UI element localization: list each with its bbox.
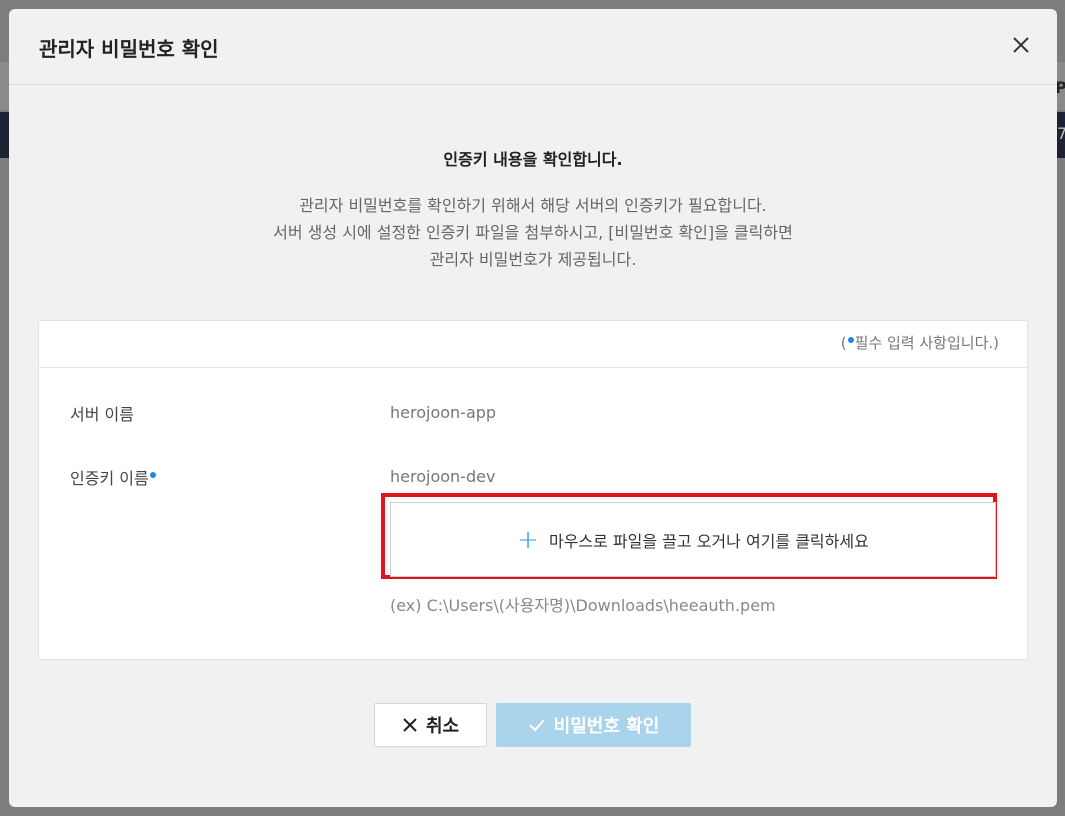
intro-line: 관리자 비밀번호를 확인하기 위해서 해당 서버의 인증키가 필요합니다. (299, 196, 767, 215)
check-icon (528, 719, 545, 732)
modal-header: 관리자 비밀번호 확인 (9, 9, 1057, 85)
form-panel-header: ( 필수 입력 사항입니다.) (39, 321, 1027, 368)
intro-title: 인증키 내용을 확인합니다. (443, 150, 623, 169)
confirm-password-button[interactable]: 비밀번호 확인 (496, 703, 691, 747)
required-note-text: 필수 입력 사항입니다.) (854, 334, 999, 352)
cancel-label: 취소 (425, 716, 460, 737)
modal-title: 관리자 비밀번호 확인 (39, 37, 219, 61)
auth-key-label-wrap: 인증키 이름 (70, 465, 157, 489)
required-note: ( 필수 입력 사항입니다.) (841, 332, 999, 353)
intro-line: 서버 생성 시에 설정한 인증키 파일을 첨부하시고, [비밀번호 확인]을 클… (273, 223, 793, 242)
required-note-prefix: ( (840, 334, 847, 352)
intro-line: 관리자 비밀번호가 제공됩니다. (429, 250, 637, 269)
intro-description: 관리자 비밀번호를 확인하기 위해서 해당 서버의 인증키가 필요합니다. 서버… (9, 192, 1057, 273)
server-name-label: 서버 이름 (70, 405, 134, 424)
password-confirm-modal: 관리자 비밀번호 확인 인증키 내용을 확인합니다. 관리자 비밀번호를 확인하… (9, 9, 1057, 807)
upload-text: 마우스로 파일을 끌고 오거나 여기를 클릭하세요 (548, 531, 869, 551)
cancel-button[interactable]: 취소 (374, 703, 487, 747)
close-icon (1013, 37, 1029, 53)
background-edge-text: 7 (1057, 124, 1065, 143)
close-button[interactable] (1009, 33, 1033, 57)
file-upload-dropzone[interactable]: + 마우스로 파일을 끌고 오거나 여기를 클릭하세요 (390, 502, 996, 577)
auth-key-label: 인증키 이름 (70, 469, 149, 488)
server-name-value: herojoon-app (390, 403, 497, 422)
confirm-label: 비밀번호 확인 (553, 716, 660, 737)
required-dot-icon (149, 472, 156, 478)
required-dot-icon (847, 337, 854, 343)
close-icon (403, 718, 417, 732)
auth-key-value: herojoon-dev (390, 467, 496, 486)
plus-icon: + (517, 524, 539, 555)
auth-key-form: ( 필수 입력 사항입니다.) 서버 이름 herojoon-app 인증키 이름… (38, 320, 1028, 660)
path-hint: (ex) C:\Users\(사용자명)\Downloads\heeauth.p… (390, 596, 776, 615)
